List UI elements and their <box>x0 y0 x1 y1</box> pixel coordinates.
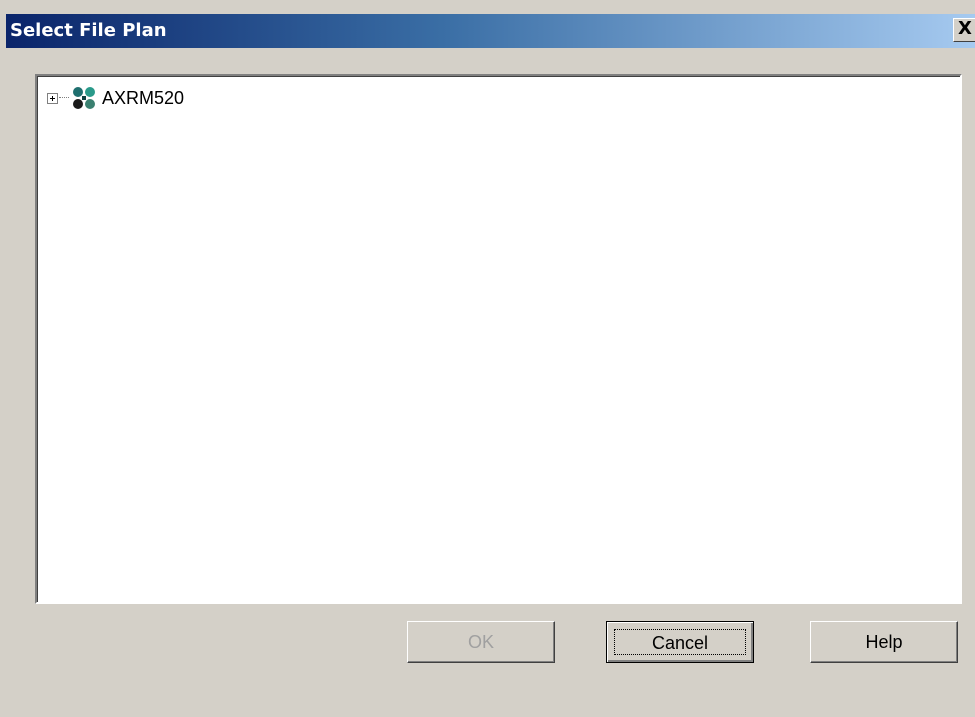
cancel-button[interactable]: Cancel <box>606 621 754 663</box>
dialog-title: Select File Plan <box>10 20 167 41</box>
close-icon: X <box>958 18 972 39</box>
tree-connector <box>59 97 69 99</box>
file-plan-tree[interactable]: AXRM520 <box>35 74 962 604</box>
tree-node-label: AXRM520 <box>102 88 185 108</box>
title-bar[interactable]: Select File Plan X <box>6 14 975 48</box>
ok-button[interactable]: OK <box>407 621 555 663</box>
select-file-plan-dialog: Select File Plan X AXRM520 OK Cancel Hel… <box>0 0 975 717</box>
close-button[interactable]: X <box>953 18 975 42</box>
help-button[interactable]: Help <box>810 621 958 663</box>
file-plan-icon <box>71 85 97 111</box>
cancel-button-label: Cancel <box>614 629 746 655</box>
expand-plus-icon[interactable] <box>47 92 58 104</box>
tree-node-root[interactable]: AXRM520 <box>47 85 184 111</box>
